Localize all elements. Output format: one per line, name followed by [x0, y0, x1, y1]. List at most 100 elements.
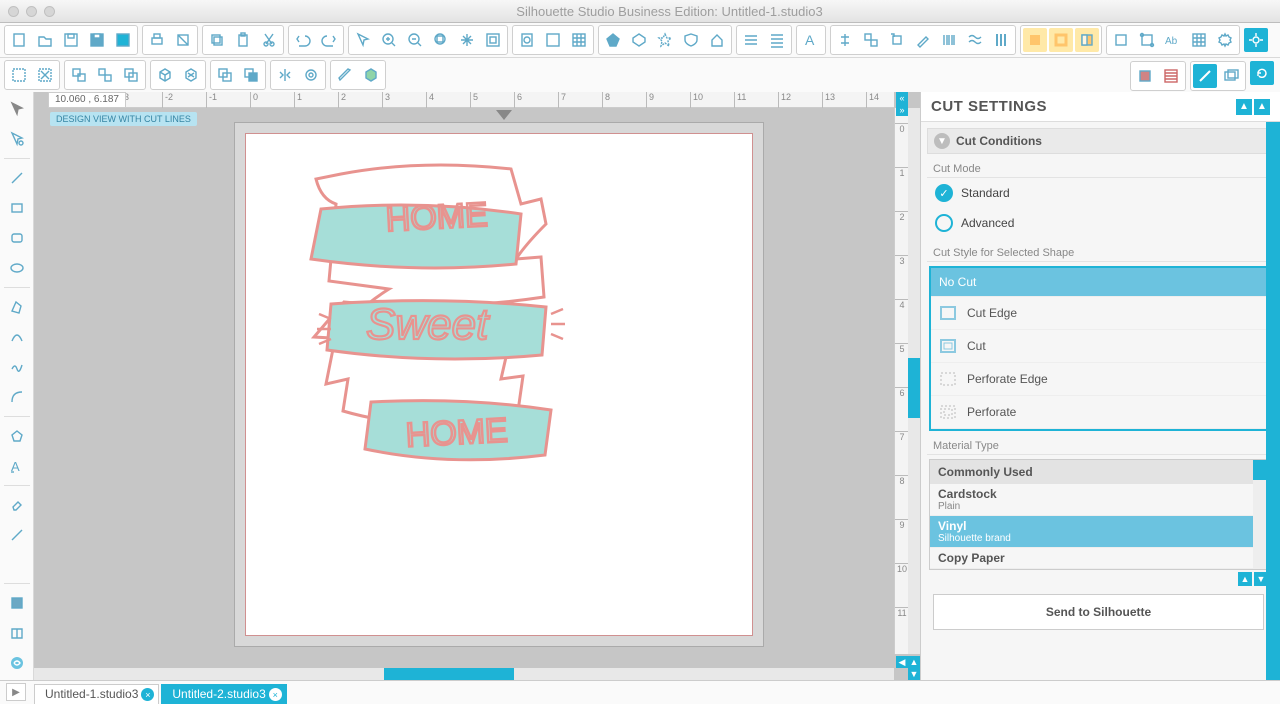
panel-scrollbar[interactable] — [1266, 122, 1280, 680]
print-cut-button[interactable] — [171, 28, 195, 52]
view-button[interactable] — [1133, 64, 1157, 88]
section-cut-conditions[interactable]: ▼ Cut Conditions — [927, 128, 1270, 154]
cutstyle-perfedge[interactable]: Perforate Edge — [931, 363, 1266, 396]
print-button[interactable] — [145, 28, 169, 52]
canvas-area[interactable]: 10.060 , 6.187 -3-2-10123456789101112131… — [34, 92, 920, 680]
knife-tool[interactable] — [4, 522, 30, 548]
cutstyle-cutedge[interactable]: Cut Edge — [931, 297, 1266, 330]
line-tool[interactable] — [4, 165, 30, 191]
waves-icon[interactable] — [963, 28, 987, 52]
save-as-button[interactable] — [85, 28, 109, 52]
zoom-drag-button[interactable] — [455, 28, 479, 52]
cutstyle-nocut[interactable]: No Cut — [931, 268, 1266, 297]
preferences-button[interactable] — [1213, 28, 1237, 52]
fill-color-button[interactable] — [1023, 28, 1047, 52]
close-tab-icon[interactable]: × — [141, 688, 154, 701]
tab-doc1[interactable]: Untitled-1.studio3× — [34, 684, 159, 704]
object-button[interactable] — [1109, 28, 1133, 52]
open-file-button[interactable] — [33, 28, 57, 52]
polygon-icon[interactable] — [601, 28, 625, 52]
polygon-tool[interactable] — [4, 294, 30, 320]
cut-button[interactable] — [257, 28, 281, 52]
refresh-icon[interactable] — [1250, 61, 1274, 85]
scrollbar-horizontal[interactable] — [34, 668, 894, 680]
arc-tool[interactable] — [4, 384, 30, 410]
gear-icon[interactable] — [1244, 28, 1268, 52]
group-button[interactable] — [67, 63, 91, 87]
material-copypaper[interactable]: Copy Paper — [930, 548, 1267, 569]
fit-page-button[interactable] — [481, 28, 505, 52]
save-sd-button[interactable] — [111, 28, 135, 52]
ellipse-tool[interactable] — [4, 255, 30, 281]
send-button[interactable]: Send to Silhouette — [933, 594, 1264, 630]
zoom-out-button[interactable] — [403, 28, 427, 52]
zoom-selection-button[interactable] — [429, 28, 453, 52]
lines-spaced-button[interactable] — [765, 28, 789, 52]
minimize-icon[interactable] — [26, 6, 37, 17]
text-button[interactable]: A — [799, 28, 823, 52]
radio-icon[interactable] — [935, 214, 953, 232]
align-button[interactable] — [833, 28, 857, 52]
save-button[interactable] — [59, 28, 83, 52]
zoom-in-button[interactable] — [377, 28, 401, 52]
play-icon[interactable]: ▶ — [6, 683, 26, 701]
edit-points-tool[interactable] — [4, 126, 30, 152]
radio-advanced[interactable]: Advanced — [927, 208, 1270, 238]
nav-arrows-corner[interactable]: ▲▼ — [908, 656, 920, 680]
radio-standard[interactable]: Standard — [927, 178, 1270, 208]
regular-poly-tool[interactable] — [4, 423, 30, 449]
panel-up-icon[interactable]: ▲ — [1236, 99, 1252, 115]
material-vinyl[interactable]: VinylSilhouette brand — [930, 516, 1267, 548]
knife-icon[interactable] — [333, 63, 357, 87]
cutstyle-perf[interactable]: Perforate — [931, 396, 1266, 429]
hexagon-icon[interactable] — [627, 28, 651, 52]
cut-send-button[interactable] — [1193, 64, 1217, 88]
transform-button[interactable] — [1135, 28, 1159, 52]
grid-button[interactable] — [541, 28, 565, 52]
twisty-icon[interactable]: ▼ — [934, 133, 950, 149]
arrow-tool[interactable] — [4, 96, 30, 122]
undo-button[interactable] — [291, 28, 315, 52]
library-page-icon[interactable] — [4, 590, 30, 616]
eraser-tool[interactable] — [4, 492, 30, 518]
design-artwork[interactable]: HOME Sweet HOME — [276, 154, 606, 514]
lines-button[interactable] — [739, 28, 763, 52]
ungroup-button[interactable] — [93, 63, 117, 87]
target-icon[interactable] — [299, 63, 323, 87]
redo-button[interactable] — [317, 28, 341, 52]
freehand-tool[interactable] — [4, 354, 30, 380]
line-color-button[interactable] — [1049, 28, 1073, 52]
curve-tool[interactable] — [4, 324, 30, 350]
rotate-button[interactable] — [885, 28, 909, 52]
barcode-icon[interactable] — [937, 28, 961, 52]
text-tool[interactable]: A — [4, 453, 30, 479]
text-style-button[interactable]: Ab — [1161, 28, 1185, 52]
snap-grid-icon[interactable] — [1187, 28, 1211, 52]
home-icon[interactable] — [705, 28, 729, 52]
star-dashed-icon[interactable] — [653, 28, 677, 52]
close-tab-icon[interactable]: × — [269, 688, 282, 701]
copy-button[interactable] — [205, 28, 229, 52]
scrollbar-vertical[interactable] — [908, 108, 920, 654]
nav-arrows[interactable]: «» — [896, 92, 908, 680]
reg-marks-button[interactable] — [567, 28, 591, 52]
pixscan-icon[interactable] — [1159, 64, 1183, 88]
new-file-button[interactable] — [7, 28, 31, 52]
sketch-pen-icon[interactable] — [911, 28, 935, 52]
material-scrollbar[interactable] — [1253, 460, 1267, 569]
shield-icon[interactable] — [679, 28, 703, 52]
scale-button[interactable] — [859, 28, 883, 52]
selectall-button[interactable] — [7, 63, 31, 87]
layer-button[interactable] — [1219, 64, 1243, 88]
gradient-button[interactable] — [1075, 28, 1099, 52]
radio-icon[interactable] — [935, 184, 953, 202]
page-setup-button[interactable] — [515, 28, 539, 52]
select-tool[interactable] — [351, 28, 375, 52]
cube-icon[interactable] — [153, 63, 177, 87]
subtract-button[interactable] — [213, 63, 237, 87]
intersect-button[interactable] — [239, 63, 263, 87]
cube-x-icon[interactable] — [179, 63, 203, 87]
tab-doc2[interactable]: Untitled-2.studio3× — [161, 684, 286, 704]
library-book-icon[interactable] — [4, 620, 30, 646]
nest-icon[interactable] — [989, 28, 1013, 52]
